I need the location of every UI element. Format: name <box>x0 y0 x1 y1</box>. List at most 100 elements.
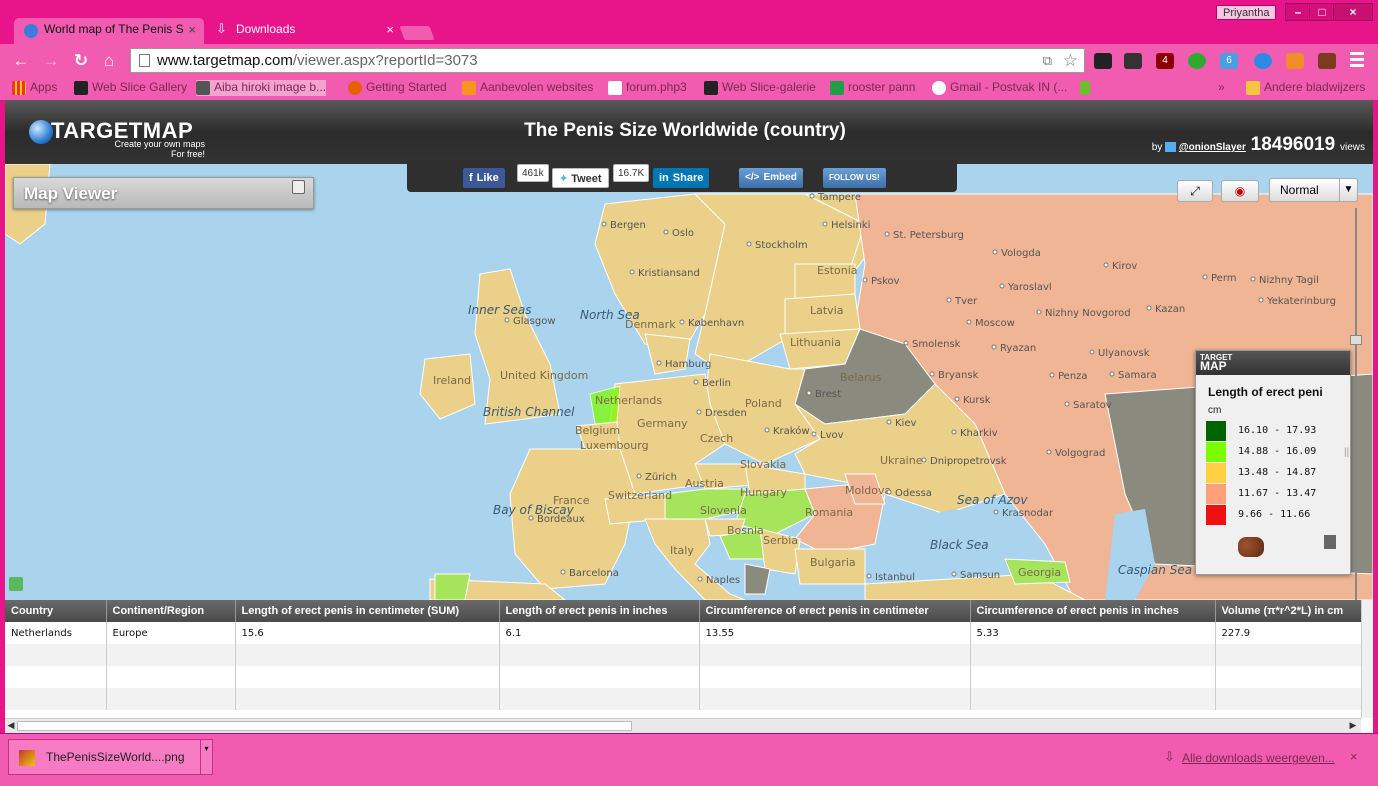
close-tab-icon[interactable]: × <box>386 22 394 37</box>
column-header[interactable]: Circumference of erect penis in inches <box>970 600 1216 622</box>
extension-chart-icon[interactable] <box>1286 53 1304 69</box>
city-marker <box>903 340 909 346</box>
linkedin-share-button[interactable]: in Share <box>653 168 710 188</box>
column-header[interactable]: Length of erect penis in centimeter (SUM… <box>235 600 500 622</box>
linkedin-icon: in <box>659 172 669 184</box>
country-label: Switzerland <box>608 489 672 502</box>
show-all-downloads-link[interactable]: Alle downloads weergeven... <box>1182 751 1335 765</box>
menu-icon[interactable] <box>1350 52 1364 68</box>
bookmark-forum[interactable]: forum.php3 <box>608 80 687 96</box>
city-label: Kiev <box>895 418 916 429</box>
bookmark-rooster-pann[interactable]: rooster pann <box>830 80 915 96</box>
column-header[interactable]: Country <box>5 600 107 622</box>
extension-ublock-icon[interactable]: 4 <box>1156 53 1174 69</box>
embed-button[interactable]: </> Embed <box>739 168 803 188</box>
column-header[interactable]: Length of erect penis in inches <box>499 600 700 622</box>
table-row[interactable] <box>5 688 1373 710</box>
table-cell <box>1215 688 1373 710</box>
table-cell <box>499 688 700 710</box>
chevron-down-icon[interactable]: ▾ <box>200 740 212 774</box>
folder-icon <box>1246 81 1260 95</box>
country-label: Luxembourg <box>580 439 649 452</box>
bookmark-web-slice-galerie[interactable]: Web Slice-galerie <box>704 80 816 96</box>
bookmark-star-icon[interactable]: ☆ <box>1063 49 1078 72</box>
close-window-button[interactable]: × <box>1333 3 1373 21</box>
bookmark-label: Getting Started <box>366 80 447 94</box>
table-cell: Netherlands <box>5 622 107 644</box>
ublock-badge: 4 <box>1162 55 1168 66</box>
profile-button[interactable]: Priyantha <box>1216 5 1277 20</box>
follow-us-button[interactable]: FOLLOW US! <box>823 168 886 188</box>
camera-button[interactable]: ◉ <box>1221 180 1259 202</box>
facebook-icon: f <box>469 172 473 184</box>
legend-bean-icon <box>1238 537 1264 557</box>
tab-downloads[interactable]: ⇩ Downloads × <box>206 18 402 44</box>
extension-ghost-icon[interactable]: 6 <box>1220 53 1238 69</box>
bookmark-web-slice-gallery[interactable]: Web Slice Gallery <box>74 80 187 96</box>
city-marker <box>1146 305 1152 311</box>
legend-scroll-grip[interactable]: ||| <box>1344 447 1352 458</box>
country-label: Netherlands <box>595 394 662 407</box>
city-marker <box>504 317 510 323</box>
table-row[interactable] <box>5 666 1373 688</box>
targetmap-logo[interactable]: TARGETMAP Create your own maps For free! <box>25 118 225 159</box>
table-row[interactable] <box>5 644 1373 666</box>
city-marker <box>629 269 635 275</box>
tweet-button[interactable]: ✦ Tweet <box>552 168 609 188</box>
scroll-thumb[interactable] <box>17 721 632 731</box>
legend-chart-icon[interactable] <box>1324 535 1336 549</box>
close-downloads-bar-icon[interactable]: × <box>1350 749 1358 764</box>
extension-mask-icon[interactable] <box>1124 53 1142 69</box>
edit-map-icon[interactable] <box>9 577 23 591</box>
legend-row: 9.66 - 11.66 <box>1206 505 1346 525</box>
more-bookmarks-chevron-icon[interactable]: » <box>1218 80 1225 96</box>
close-tab-icon[interactable]: × <box>188 22 196 37</box>
table-vertical-scrollbar[interactable] <box>1361 600 1373 718</box>
bookmark-getting-started[interactable]: Getting Started <box>348 80 447 96</box>
maximize-button[interactable]: □ <box>1309 3 1335 21</box>
column-header[interactable]: Volume (π*r^2*L) in cm <box>1215 600 1373 622</box>
map-canvas[interactable]: North SeaBay of BiscayBlack SeaCaspian S… <box>5 164 1373 600</box>
zoom-slider-track[interactable] <box>1355 208 1357 608</box>
address-bar[interactable]: www.targetmap.com/viewer.aspx?reportId=3… <box>130 48 1085 73</box>
fullscreen-button[interactable]: ⤢ <box>1177 180 1213 202</box>
map-viewer-label: Map Viewer <box>24 184 118 203</box>
table-cell <box>970 688 1216 710</box>
bookmark-gmail[interactable]: Gmail - Postvak IN (... <box>932 80 1067 96</box>
extension-puzzle-icon[interactable] <box>1318 53 1336 69</box>
author-link[interactable]: @onionSlayer <box>1179 142 1246 153</box>
map-viewer-panel[interactable]: Map Viewer <box>13 177 314 209</box>
scroll-left-icon[interactable]: ◀ <box>5 720 17 731</box>
bookmark-apps[interactable]: Apps <box>12 80 57 96</box>
city-label: Helsinki <box>831 220 870 231</box>
like-label: Like <box>476 172 499 184</box>
city-label: Samara <box>1118 370 1157 381</box>
column-header[interactable]: Circumference of erect penis in centimet… <box>699 600 971 622</box>
home-button[interactable]: ⌂ <box>98 50 120 72</box>
zoom-slider-handle[interactable] <box>1350 335 1362 345</box>
bookmark-aanbevolen[interactable]: Aanbevolen websites <box>462 80 593 96</box>
extension-incognito-icon[interactable] <box>1094 53 1112 69</box>
country-label: Romania <box>805 506 853 519</box>
extension-green-icon[interactable] <box>1188 53 1206 69</box>
pin-icon[interactable] <box>292 180 305 194</box>
tab-world-map[interactable]: World map of The Penis S × <box>14 18 204 44</box>
facebook-like-button[interactable]: f Like <box>463 168 505 188</box>
forward-button[interactable]: → <box>40 50 62 72</box>
reload-button[interactable]: ↻ <box>70 50 92 72</box>
table-row[interactable]: Netherlands Europe 15.6 6.1 13.55 5.33 227.9 <box>5 622 1373 644</box>
bookmark-aiba-hiroki[interactable]: Aiba hiroki image b... <box>196 80 327 96</box>
bookmark-green[interactable] <box>1080 80 1094 96</box>
scroll-right-icon[interactable]: ▶ <box>1347 720 1359 731</box>
column-header[interactable]: Continent/Region <box>106 600 236 622</box>
table-horizontal-scrollbar[interactable]: ◀ ▶ <box>5 718 1361 733</box>
download-item[interactable]: ThePenisSizeWorld....png ▾ <box>8 739 213 775</box>
other-bookmarks-folder[interactable]: Andere bladwijzers <box>1246 80 1365 96</box>
minimize-button[interactable]: – <box>1285 3 1311 21</box>
extension-pushbullet-icon[interactable] <box>1254 53 1272 69</box>
map-mode-select[interactable]: Normal ▼ <box>1269 178 1358 202</box>
city-label: Barcelona <box>569 568 619 579</box>
translate-icon[interactable]: ⧉ <box>1043 49 1052 72</box>
new-tab-button[interactable] <box>399 26 435 40</box>
back-button[interactable]: ← <box>10 50 32 72</box>
